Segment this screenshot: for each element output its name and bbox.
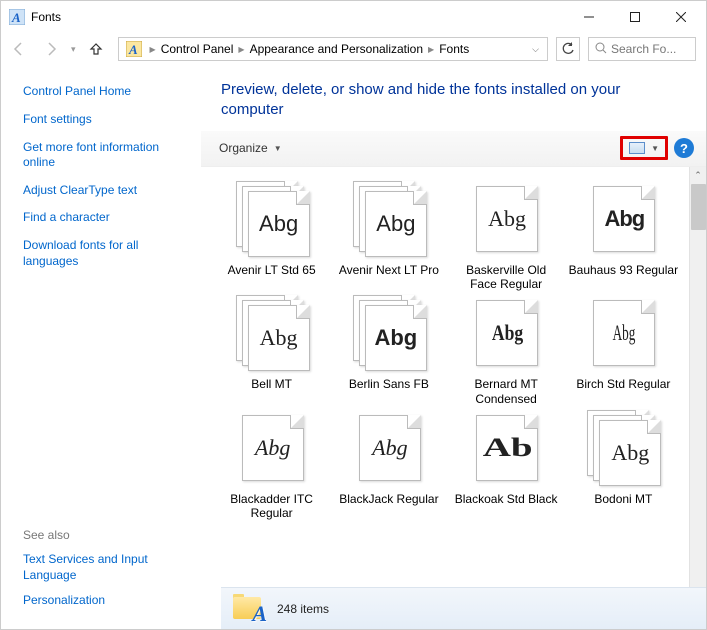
font-item[interactable]: Abg Bernard MT Condensed: [448, 295, 565, 406]
font-label: Bell MT: [251, 377, 292, 391]
page-heading: Preview, delete, or show and hide the fo…: [201, 66, 706, 131]
breadcrumb-root-icon: A: [125, 40, 143, 58]
font-label: Bernard MT Condensed: [451, 377, 561, 406]
font-item[interactable]: Abg Bell MT: [213, 295, 330, 406]
font-item[interactable]: Ab Blackoak Std Black: [448, 410, 565, 521]
breadcrumb-dropdown[interactable]: ⌵: [530, 44, 545, 55]
toolbar: Organize ▼ ▼ ?: [201, 131, 706, 167]
scroll-up-button[interactable]: ⌃: [690, 167, 706, 184]
breadcrumb-item[interactable]: Fonts: [437, 42, 471, 56]
font-preview-icon: Abg: [349, 410, 429, 486]
font-label: Blackadder ITC Regular: [217, 492, 327, 521]
sidebar-link[interactable]: Find a character: [23, 210, 189, 226]
font-label: Baskerville Old Face Regular: [451, 263, 561, 292]
font-item[interactable]: Abg Avenir Next LT Pro: [330, 181, 447, 292]
recent-locations-button[interactable]: ▾: [69, 44, 78, 55]
font-preview-icon: Abg: [232, 295, 312, 371]
refresh-button[interactable]: [556, 37, 580, 61]
organize-menu[interactable]: Organize ▼: [219, 141, 282, 155]
chevron-down-icon: ▼: [274, 144, 282, 153]
font-item[interactable]: Abg Bauhaus 93 Regular: [565, 181, 682, 292]
svg-text:A: A: [11, 10, 21, 25]
font-item[interactable]: Abg Blackadder ITC Regular: [213, 410, 330, 521]
search-placeholder: Search Fo...: [611, 42, 676, 56]
scroll-thumb[interactable]: [691, 184, 706, 230]
status-count: 248 items: [277, 602, 329, 616]
view-icon: [629, 142, 645, 154]
view-options-button[interactable]: ▼: [620, 136, 668, 160]
font-preview-icon: Abg: [583, 295, 663, 371]
font-label: Birch Std Regular: [576, 377, 670, 391]
font-label: Bauhaus 93 Regular: [569, 263, 678, 277]
font-label: Bodoni MT: [594, 492, 652, 506]
control-panel-home-link[interactable]: Control Panel Home: [23, 84, 189, 98]
font-label: Avenir Next LT Pro: [339, 263, 439, 277]
breadcrumb-item[interactable]: Control Panel: [159, 42, 236, 56]
font-item[interactable]: Abg Birch Std Regular: [565, 295, 682, 406]
chevron-right-icon[interactable]: ▶: [147, 45, 159, 54]
breadcrumb-item[interactable]: Appearance and Personalization: [248, 42, 425, 56]
font-item[interactable]: Abg Avenir LT Std 65: [213, 181, 330, 292]
font-preview-icon: Ab: [466, 410, 546, 486]
address-bar: ▾ A ▶ Control Panel ▶ Appearance and Per…: [1, 32, 706, 66]
font-preview-icon: Abg: [583, 181, 663, 257]
close-button[interactable]: [658, 2, 704, 32]
fonts-folder-icon: A: [233, 593, 265, 625]
see-also-heading: See also: [23, 528, 189, 542]
sidebar-link[interactable]: Font settings: [23, 112, 189, 128]
font-label: BlackJack Regular: [339, 492, 438, 506]
breadcrumb-box[interactable]: A ▶ Control Panel ▶ Appearance and Perso…: [118, 37, 548, 61]
titlebar: A Fonts: [1, 1, 706, 32]
help-button[interactable]: ?: [674, 138, 694, 158]
sidebar-link[interactable]: Get more font information online: [23, 140, 189, 171]
chevron-right-icon[interactable]: ▶: [235, 45, 247, 54]
sidebar-link[interactable]: Adjust ClearType text: [23, 183, 189, 199]
maximize-button[interactable]: [612, 2, 658, 32]
font-preview-icon: Abg: [583, 410, 663, 486]
sidebar-link[interactable]: Download fonts for all languages: [23, 238, 189, 269]
font-item[interactable]: Abg Bodoni MT: [565, 410, 682, 521]
minimize-button[interactable]: [566, 2, 612, 32]
status-bar: A 248 items: [221, 587, 706, 629]
font-label: Blackoak Std Black: [455, 492, 558, 506]
up-button[interactable]: [82, 35, 110, 63]
font-item[interactable]: Abg BlackJack Regular: [330, 410, 447, 521]
window-title: Fonts: [31, 10, 566, 24]
search-icon: [595, 42, 607, 57]
font-grid: Abg Avenir LT Std 65 Abg Avenir Next LT Pro…: [201, 167, 706, 521]
svg-text:A: A: [128, 42, 138, 57]
vertical-scrollbar[interactable]: ⌃: [689, 167, 706, 588]
back-button[interactable]: [5, 35, 33, 63]
font-label: Avenir LT Std 65: [228, 263, 316, 277]
see-also-link[interactable]: Personalization: [23, 593, 189, 609]
chevron-right-icon[interactable]: ▶: [425, 45, 437, 54]
font-preview-icon: Abg: [349, 181, 429, 257]
forward-button[interactable]: [37, 35, 65, 63]
font-preview-icon: Abg: [349, 295, 429, 371]
font-preview-icon: Abg: [232, 181, 312, 257]
font-item[interactable]: Abg Baskerville Old Face Regular: [448, 181, 565, 292]
font-preview-icon: Abg: [232, 410, 312, 486]
sidebar: Control Panel Home Font settings Get mor…: [1, 66, 201, 629]
font-preview-icon: Abg: [466, 181, 546, 257]
see-also-link[interactable]: Text Services and Input Language: [23, 552, 189, 583]
font-item[interactable]: Abg Berlin Sans FB: [330, 295, 447, 406]
chevron-down-icon: ▼: [651, 144, 659, 153]
font-label: Berlin Sans FB: [349, 377, 429, 391]
font-preview-icon: Abg: [466, 295, 546, 371]
fonts-app-icon: A: [9, 9, 25, 25]
content-area: Preview, delete, or show and hide the fo…: [201, 66, 706, 629]
search-input[interactable]: Search Fo...: [588, 37, 696, 61]
